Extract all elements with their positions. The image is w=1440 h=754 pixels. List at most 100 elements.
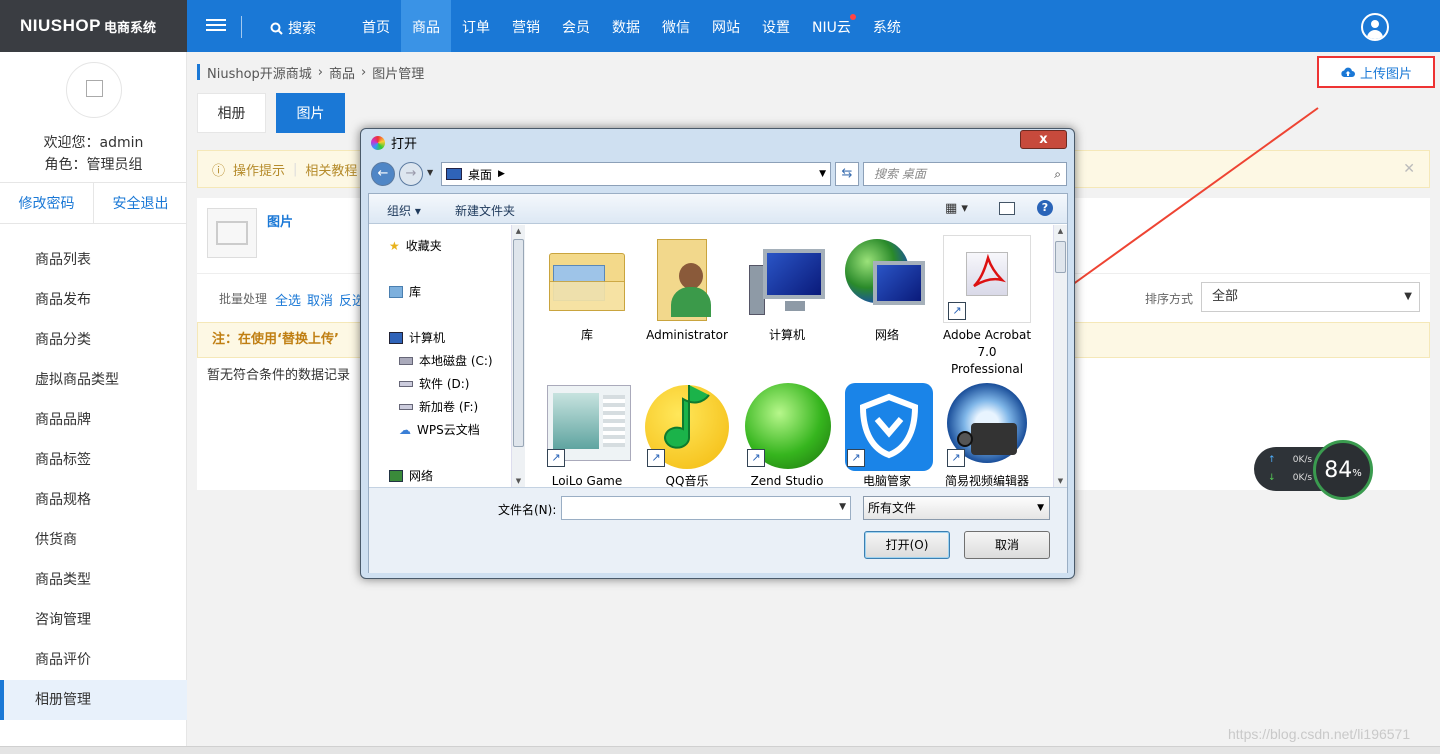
- sidebar-item-supplier[interactable]: 供货商: [0, 520, 187, 560]
- filetype-select[interactable]: 所有文件 ▼: [863, 496, 1050, 520]
- nav-marketing[interactable]: 营销: [501, 0, 551, 52]
- image-placeholder-icon: [207, 208, 257, 258]
- file-item-computer[interactable]: 计算机: [735, 231, 833, 344]
- upload-label: 上传图片: [1359, 66, 1412, 82]
- app-icon: [371, 135, 385, 150]
- user-avatar-icon[interactable]: [1361, 13, 1389, 41]
- sidebar-item-goods-tag[interactable]: 商品标签: [0, 440, 187, 480]
- file-item-adobe-acrobat[interactable]: ↗ Adobe Acrobat 7.0 Professional: [941, 235, 1033, 378]
- select-all-link[interactable]: 全选: [275, 290, 301, 309]
- files-scrollbar[interactable]: ▲ ▼: [1053, 225, 1067, 487]
- breadcrumb-item[interactable]: Niushop开源商城: [207, 63, 312, 82]
- panel-title: 图片: [267, 215, 294, 230]
- cloud-icon: ☁: [399, 422, 411, 437]
- nav-niu-cloud[interactable]: NIU云: [801, 0, 862, 52]
- sort-select[interactable]: 全部 ▼: [1201, 282, 1420, 312]
- open-button[interactable]: 打开(O): [864, 531, 950, 559]
- welcome-text: 欢迎您：admin: [43, 135, 144, 151]
- sidebar-item-album[interactable]: 相册管理: [0, 680, 187, 720]
- tab-images[interactable]: 图片: [276, 93, 345, 133]
- nav-system[interactable]: 系统: [862, 0, 912, 52]
- tree-network[interactable]: 网络: [389, 467, 433, 484]
- file-item-qq-music[interactable]: ↗ QQ音乐: [641, 381, 733, 487]
- hamburger-menu-icon[interactable]: [206, 16, 226, 36]
- tree-computer[interactable]: 计算机: [389, 329, 445, 346]
- change-password-link[interactable]: 修改密码: [0, 183, 94, 223]
- search-icon: ⌕: [1054, 167, 1061, 181]
- chevron-down-icon[interactable]: ▼: [819, 169, 826, 179]
- refresh-button[interactable]: ⇆: [835, 162, 859, 186]
- desktop-icon: [446, 168, 462, 180]
- nav-wechat[interactable]: 微信: [651, 0, 701, 52]
- sidebar-item-goods-publish[interactable]: 商品发布: [0, 280, 187, 320]
- sidebar-item-goods-spec[interactable]: 商品规格: [0, 480, 187, 520]
- sidebar-item-goods-review[interactable]: 商品评价: [0, 640, 187, 680]
- tree-scrollbar[interactable]: ▲ ▼: [511, 225, 525, 487]
- forward-button[interactable]: →: [399, 162, 423, 186]
- file-item-zend-studio[interactable]: ↗ Zend Studio: [741, 381, 833, 487]
- sidebar-item-goods-category[interactable]: 商品分类: [0, 320, 187, 360]
- file-item-libraries[interactable]: 库: [541, 235, 633, 344]
- file-grid: 库 Administrator 计算机 网络 ↗ Adobe Acrobat 7…: [533, 225, 1053, 487]
- organize-button[interactable]: 组织 ▾: [387, 202, 421, 219]
- sidebar-item-goods-list[interactable]: 商品列表: [0, 240, 187, 280]
- file-item-video-editor[interactable]: ↗ 简易视频编辑器: [941, 381, 1033, 487]
- nav-data[interactable]: 数据: [601, 0, 651, 52]
- dialog-body: 组织 ▾ 新建文件夹 ▦ ▾ ? ★ 收藏夹 库 计算机 本地磁盘 (C:) 软件…: [368, 193, 1068, 573]
- logo-brand: NIUSHOP: [20, 16, 101, 35]
- nav-home[interactable]: 首页: [351, 0, 401, 52]
- address-box[interactable]: 桌面 ▶ ▼: [441, 162, 831, 186]
- close-icon[interactable]: ✕: [1403, 161, 1415, 177]
- notification-dot: [849, 14, 856, 20]
- sidebar-menu: 商品列表 商品发布 商品分类 虚拟商品类型 商品品牌 商品标签 商品规格 供货商…: [0, 240, 187, 720]
- back-button[interactable]: ←: [371, 162, 395, 186]
- help-icon[interactable]: ?: [1037, 200, 1053, 216]
- tips-text: 相关教程: [305, 163, 358, 179]
- tree-drive-f[interactable]: 新加卷 (F:): [399, 398, 478, 415]
- tree-label: 计算机: [409, 331, 446, 345]
- tree-wps-cloud[interactable]: ☁ WPS云文档: [399, 421, 480, 438]
- filename-input[interactable]: ▼: [561, 496, 851, 520]
- new-folder-button[interactable]: 新建文件夹: [455, 202, 515, 219]
- search-button[interactable]: 搜索: [270, 18, 316, 38]
- sidebar-item-virtual-goods-type[interactable]: 虚拟商品类型: [0, 360, 187, 400]
- shortcut-arrow-icon: ↗: [947, 449, 965, 467]
- navigation-tree: ★ 收藏夹 库 计算机 本地磁盘 (C:) 软件 (D:) 新加卷 (F:) ☁ W…: [369, 225, 511, 487]
- zend-studio-icon: ↗: [743, 381, 831, 469]
- memory-usage-ring[interactable]: 84%: [1313, 440, 1373, 500]
- view-options-icon[interactable]: ▦ ▾: [945, 201, 968, 216]
- nav-orders[interactable]: 订单: [451, 0, 501, 52]
- sidebar-item-goods-type[interactable]: 商品类型: [0, 560, 187, 600]
- tree-drive-c[interactable]: 本地磁盘 (C:): [399, 352, 493, 369]
- file-name: QQ音乐: [665, 474, 709, 487]
- file-item-network[interactable]: 网络: [841, 235, 933, 344]
- cancel-link[interactable]: 取消: [307, 290, 333, 309]
- nav-goods[interactable]: 商品: [401, 0, 451, 52]
- logout-link[interactable]: 安全退出: [94, 183, 187, 223]
- file-item-loilo-game[interactable]: ↗ LoiLo Game: [541, 381, 633, 487]
- nav-website[interactable]: 网站: [701, 0, 751, 52]
- preview-pane-icon[interactable]: [999, 202, 1015, 215]
- memory-unit: %: [1352, 467, 1362, 479]
- dialog-close-button[interactable]: x: [1020, 130, 1067, 149]
- tab-album[interactable]: 相册: [197, 93, 266, 133]
- caret-down-icon[interactable]: ▼: [839, 502, 846, 512]
- cancel-button[interactable]: 取消: [964, 531, 1050, 559]
- sidebar-item-goods-brand[interactable]: 商品品牌: [0, 400, 187, 440]
- breadcrumb-item: 图片管理: [372, 66, 425, 82]
- history-dropdown-icon[interactable]: ▼: [427, 168, 433, 177]
- upload-image-button[interactable]: 上传图片: [1317, 56, 1435, 88]
- nav-settings[interactable]: 设置: [751, 0, 801, 52]
- breadcrumb-item[interactable]: 商品: [329, 63, 355, 82]
- dialog-search-input[interactable]: 搜索 桌面 ⌕: [863, 162, 1067, 186]
- nav-members[interactable]: 会员: [551, 0, 601, 52]
- file-item-pc-manager[interactable]: ↗ 电脑管家: [841, 381, 933, 487]
- broken-image-icon: [86, 80, 103, 97]
- organize-label: 组织: [387, 204, 412, 218]
- tree-drive-d[interactable]: 软件 (D:): [399, 375, 469, 392]
- file-item-administrator[interactable]: Administrator: [641, 235, 733, 344]
- sidebar-item-consult[interactable]: 咨询管理: [0, 600, 187, 640]
- video-editor-icon: ↗: [943, 381, 1031, 469]
- tree-favorites[interactable]: ★ 收藏夹: [389, 237, 442, 254]
- tree-libraries[interactable]: 库: [389, 283, 421, 300]
